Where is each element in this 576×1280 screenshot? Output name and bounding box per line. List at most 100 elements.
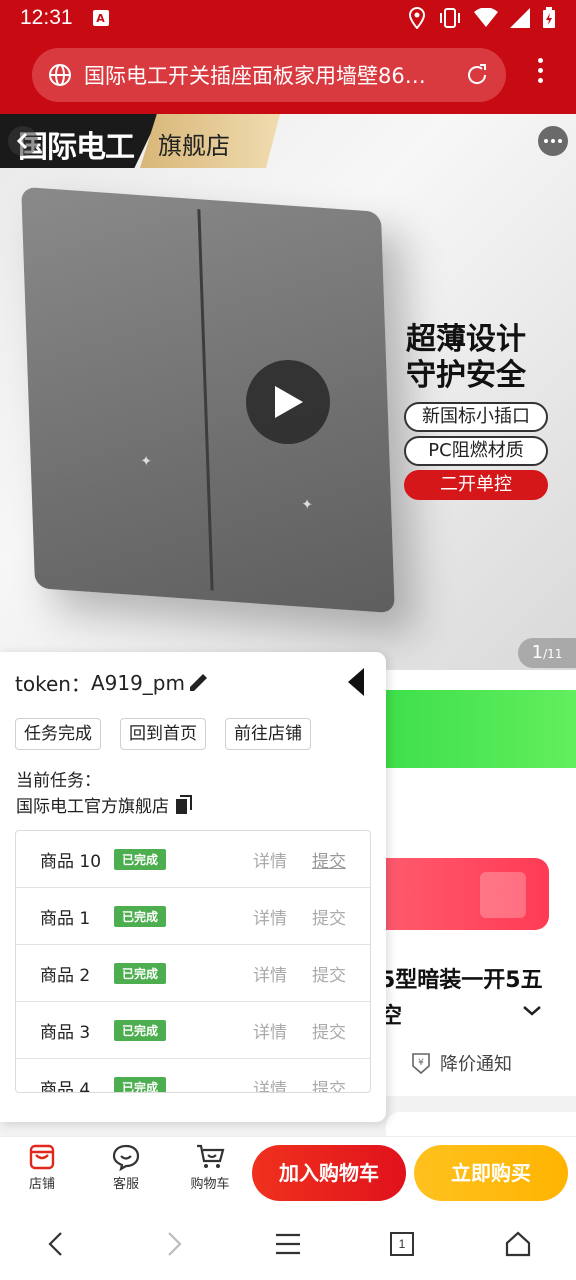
light-icon: ✦ <box>140 453 153 471</box>
status-badge: 已完成 <box>114 905 167 927</box>
status-icons <box>408 7 556 29</box>
task-name: 商品 3 <box>40 1022 91 1043</box>
promo-price-bar <box>386 690 576 768</box>
switch-product-photo: ✦ ✦ <box>21 186 395 614</box>
globe-icon <box>49 64 71 86</box>
token-row: token： A919_pm <box>15 668 185 697</box>
nav-back-icon[interactable] <box>44 1230 68 1258</box>
task-row: 商品 2 已完成 详情 提交 <box>16 945 370 1002</box>
bottom-toolbar: 店铺 客服 购物车 加入购物车 立即购买 <box>0 1136 576 1208</box>
edit-icon[interactable] <box>187 670 211 694</box>
task-name: 商品 2 <box>40 965 91 986</box>
go-store-button[interactable]: 前往店铺 <box>225 718 311 750</box>
status-time: 12:31 <box>20 6 73 29</box>
task-name: 商品 10 <box>40 851 102 872</box>
task-detail-link[interactable]: 详情 <box>253 847 287 872</box>
promo-headline-line1: 超薄设计 <box>406 322 526 357</box>
customer-service-button[interactable]: 客服 <box>96 1143 156 1192</box>
store-icon <box>29 1144 55 1170</box>
play-icon <box>275 386 303 418</box>
cart-icon <box>197 1144 225 1168</box>
vibrate-icon <box>440 8 460 28</box>
buy-now-button[interactable]: 立即购买 <box>414 1145 568 1201</box>
reload-icon[interactable] <box>464 62 490 88</box>
brand-store-label: 旗舰店 <box>158 132 230 160</box>
product-gallery[interactable]: 国际电工 旗舰店 ✦ ✦ 超薄设计 守护安全 新国标小插口 PC阻燃材质 二开单… <box>0 114 576 670</box>
nav-forward-icon[interactable] <box>162 1230 186 1258</box>
task-complete-button[interactable]: 任务完成 <box>15 718 101 750</box>
chevron-down-icon[interactable] <box>522 1004 542 1018</box>
nav-home-icon[interactable] <box>504 1230 532 1258</box>
task-submit-link[interactable]: 提交 <box>312 1075 346 1093</box>
collapse-panel-icon[interactable] <box>348 668 366 696</box>
task-name: 商品 1 <box>40 908 91 929</box>
product-title: 5型暗装一开5五 <box>380 968 543 993</box>
add-to-cart-button[interactable]: 加入购物车 <box>252 1145 406 1201</box>
light-icon: ✦ <box>301 496 314 514</box>
battery-icon <box>543 7 555 28</box>
service-label: 客服 <box>112 1177 139 1192</box>
status-badge: 已完成 <box>114 1076 167 1092</box>
price-notify-label: 降价通知 <box>440 1054 512 1075</box>
task-name: 商品 4 <box>40 1079 91 1093</box>
task-detail-link[interactable]: 详情 <box>253 961 287 986</box>
wifi-icon <box>474 8 498 27</box>
card-edge <box>386 1112 576 1136</box>
price-tag-icon: ¥ <box>412 1053 430 1075</box>
store-button[interactable]: 店铺 <box>12 1143 72 1192</box>
page-current: 1 <box>531 642 544 663</box>
svg-text:¥: ¥ <box>418 1058 424 1068</box>
token-label: token： <box>15 672 91 696</box>
image-page-indicator: 1/11 <box>518 638 576 668</box>
status-badge: 已完成 <box>114 962 167 984</box>
task-row: 商品 4 已完成 详情 提交 <box>16 1059 370 1093</box>
promo-headline-line2: 守护安全 <box>406 358 526 393</box>
copy-icon[interactable] <box>175 794 193 815</box>
browser-toolbar: 国际电工开关插座面板家用墙壁86… <box>0 36 576 114</box>
location-icon <box>408 7 426 29</box>
more-icon[interactable] <box>538 126 568 156</box>
promo-headline: 超薄设计 守护安全 <box>406 322 526 394</box>
current-task-store: 国际电工官方旗舰店 <box>16 792 193 817</box>
task-row: 商品 1 已完成 详情 提交 <box>16 888 370 945</box>
status-badge: 已完成 <box>114 1019 167 1041</box>
store-label: 店铺 <box>28 1177 55 1192</box>
task-detail-link[interactable]: 详情 <box>253 1075 287 1093</box>
cart-label: 购物车 <box>190 1177 230 1192</box>
task-list: 商品 10 已完成 详情 提交 商品 1 已完成 详情 提交 商品 2 已完成 … <box>15 830 371 1093</box>
token-value: A919_pm <box>90 670 185 695</box>
task-submit-link[interactable]: 提交 <box>312 1018 346 1043</box>
status-badge: 已完成 <box>114 848 167 870</box>
notification-icon: A <box>92 10 109 26</box>
task-submit-link[interactable]: 提交 <box>312 847 346 872</box>
current-task-store-name: 国际电工官方旗舰店 <box>16 797 169 817</box>
page-total: /11 <box>543 647 563 661</box>
current-task-label: 当前任务： <box>16 771 101 791</box>
promo-tag: 新国标小插口 <box>404 402 548 432</box>
task-panel: token： A919_pm 任务完成 回到首页 前往店铺 当前任务： 国际电工… <box>0 652 386 1122</box>
task-row: 商品 3 已完成 详情 提交 <box>16 1002 370 1059</box>
promo-tag: PC阻燃材质 <box>404 436 548 466</box>
task-submit-link[interactable]: 提交 <box>312 961 346 986</box>
nav-menu-icon[interactable] <box>274 1230 302 1258</box>
price-notify-button[interactable]: ¥ 降价通知 <box>410 1050 512 1076</box>
task-detail-link[interactable]: 详情 <box>253 1018 287 1043</box>
brand-banner: 国际电工 旗舰店 <box>0 114 280 168</box>
tab-count-icon[interactable]: 1 <box>390 1232 414 1256</box>
go-home-button[interactable]: 回到首页 <box>120 718 206 750</box>
promo-tag: 二开单控 <box>404 470 548 500</box>
cart-shortcut-button[interactable]: 购物车 <box>180 1143 240 1192</box>
gift-icon <box>480 872 526 918</box>
play-video-button[interactable] <box>246 360 330 444</box>
task-submit-link[interactable]: 提交 <box>312 904 346 929</box>
url-bar[interactable]: 国际电工开关插座面板家用墙壁86… <box>32 48 506 102</box>
chat-icon <box>112 1144 140 1171</box>
signal-icon <box>510 8 530 28</box>
browser-menu-icon[interactable] <box>536 58 544 88</box>
back-icon[interactable] <box>8 126 38 156</box>
task-detail-link[interactable]: 详情 <box>253 904 287 929</box>
task-row: 商品 10 已完成 详情 提交 <box>16 831 370 888</box>
status-bar: 12:31 A <box>0 0 576 36</box>
system-nav-bar <box>0 1208 576 1280</box>
url-title: 国际电工开关插座面板家用墙壁86… <box>84 64 426 88</box>
